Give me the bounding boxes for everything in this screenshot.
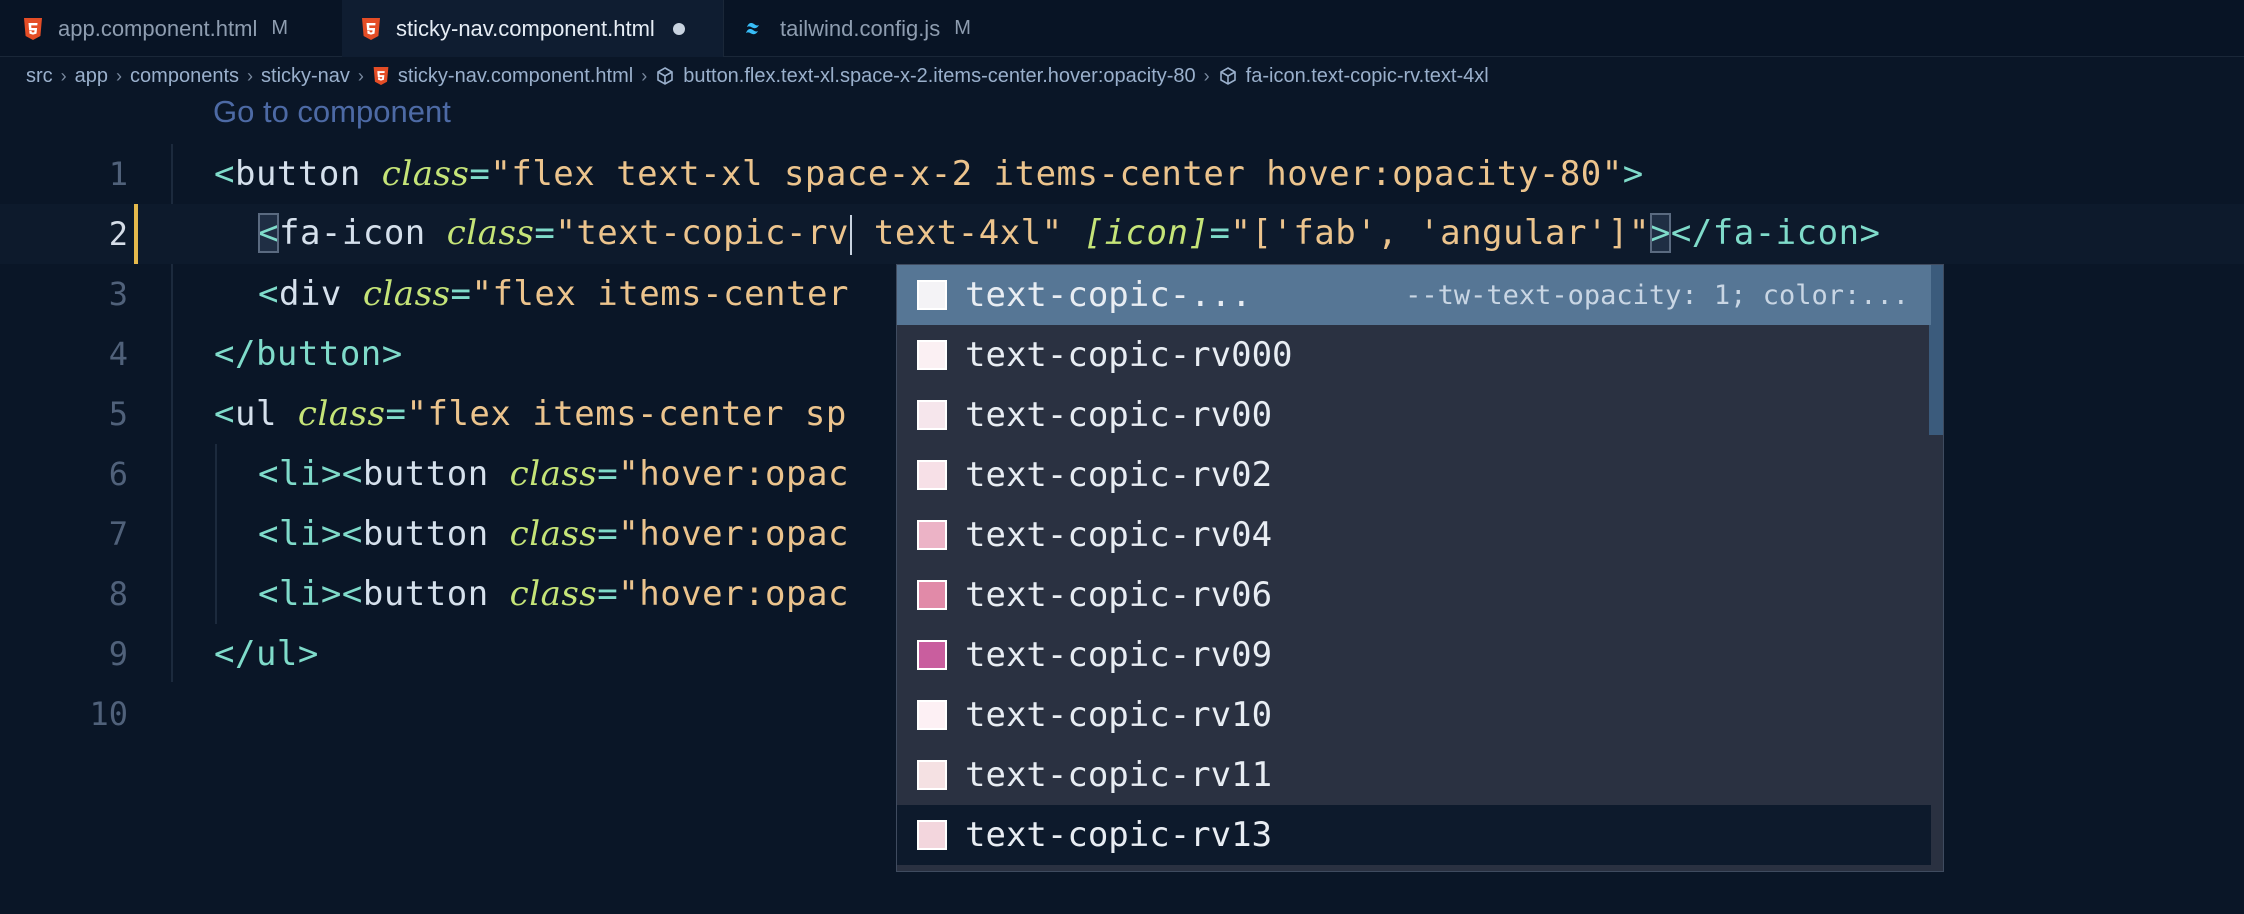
symbol-cube-icon — [1219, 67, 1236, 85]
color-swatch-icon — [917, 820, 947, 850]
code-text: <div class="flex items-center — [258, 274, 849, 314]
code-text: <button class="flex text-xl space-x-2 it… — [214, 154, 1644, 194]
suggestion-label: text-copic-rv13 — [965, 815, 1273, 855]
suggestion-item[interactable]: text-copic-rv10 — [897, 685, 1931, 745]
suggestions-scrollbar[interactable] — [1929, 265, 1943, 435]
chevron-right-icon: › — [357, 65, 364, 86]
suggestion-label: text-copic-rv02 — [965, 455, 1273, 495]
code-line: 1 <button class="flex text-xl space-x-2 … — [0, 144, 2244, 204]
chevron-right-icon: › — [641, 65, 648, 86]
code-text: <fa-icon class="text-copic-rv text-4xl" … — [258, 213, 1881, 255]
breadcrumb-symbol-label: fa-icon.text-copic-rv.text-4xl — [1245, 64, 1489, 87]
suggestion-label: text-copic-rv06 — [965, 575, 1273, 615]
suggestion-item[interactable]: text-copic-rv13 — [897, 805, 1931, 865]
suggestion-label: text-copic-rv00 — [965, 395, 1273, 435]
suggestion-item[interactable]: text-copic-rv02 — [897, 445, 1931, 505]
modified-line-marker — [134, 204, 138, 264]
color-swatch-icon — [917, 700, 947, 730]
suggestion-item-selected[interactable]: text-copic-... --tw-text-opacity: 1; col… — [897, 265, 1931, 325]
breadcrumb-symbol-fa-icon[interactable]: fa-icon.text-copic-rv.text-4xl — [1218, 65, 1489, 88]
codelens-go-to-component[interactable]: Go to component — [213, 94, 451, 130]
breadcrumb-sticky-nav[interactable]: sticky-nav — [261, 65, 350, 88]
line-number: 2 — [108, 215, 128, 253]
breadcrumb-file[interactable]: sticky-nav.component.html — [372, 65, 633, 88]
html5-icon — [373, 67, 389, 85]
chevron-right-icon: › — [116, 65, 123, 86]
color-swatch-icon — [917, 340, 947, 370]
unsaved-dot-icon[interactable] — [672, 22, 685, 35]
color-swatch-icon — [917, 580, 947, 610]
suggestion-item[interactable]: text-copic-rv11 — [897, 745, 1931, 805]
suggestion-label: text-copic-rv11 — [965, 755, 1273, 795]
suggestion-item[interactable]: text-copic-rv04 — [897, 505, 1931, 565]
tab-app-component[interactable]: app.component.html M — [0, 0, 342, 57]
suggestion-label: text-copic-rv10 — [965, 695, 1273, 735]
line-number: 7 — [108, 515, 128, 553]
suggestion-label: text-copic-rv09 — [965, 635, 1273, 675]
tab-label: app.component.html — [58, 15, 258, 41]
color-swatch-icon — [917, 400, 947, 430]
tab-label: sticky-nav.component.html — [396, 15, 655, 41]
suggestion-detail: --tw-text-opacity: 1; color:... — [1405, 279, 1909, 311]
line-number: 10 — [89, 695, 128, 733]
tab-tailwind-config[interactable]: tailwind.config.js M — [724, 0, 1024, 57]
line-number: 6 — [108, 455, 128, 493]
line-number: 1 — [108, 155, 128, 193]
color-swatch-icon — [917, 520, 947, 550]
autocomplete-suggestions[interactable]: text-copic-... --tw-text-opacity: 1; col… — [896, 264, 1944, 872]
tab-label: tailwind.config.js — [780, 15, 941, 41]
code-text: </ul> — [214, 634, 319, 674]
tailwind-icon — [746, 22, 759, 34]
suggestion-item[interactable]: text-copic-rv000 — [897, 325, 1931, 385]
code-text: <li><button class="hover:opac — [258, 454, 849, 494]
breadcrumb-app[interactable]: app — [75, 65, 108, 88]
breadcrumb-components[interactable]: components — [130, 65, 239, 88]
tab-sticky-nav-component[interactable]: sticky-nav.component.html — [342, 0, 724, 57]
breadcrumb-src[interactable]: src — [26, 65, 53, 88]
color-swatch-icon — [917, 760, 947, 790]
code-line-current: 2 <fa-icon class="text-copic-rv text-4xl… — [0, 204, 2244, 264]
line-number: 4 — [108, 335, 128, 373]
breadcrumb: src › app › components › sticky-nav › st… — [0, 58, 1489, 94]
color-swatch-icon — [917, 280, 947, 310]
color-swatch-icon — [917, 460, 947, 490]
chevron-right-icon: › — [247, 65, 254, 86]
color-swatch-icon — [917, 640, 947, 670]
code-text: <li><button class="hover:opac — [258, 514, 849, 554]
suggestion-label: text-copic-... — [965, 275, 1252, 315]
modified-badge: M — [954, 17, 971, 39]
suggestion-item[interactable]: text-copic-rv09 — [897, 625, 1931, 685]
breadcrumb-symbol-button[interactable]: button.flex.text-xl.space-x-2.items-cent… — [655, 64, 1196, 88]
symbol-cube-icon — [657, 67, 674, 85]
suggestion-item[interactable]: text-copic-rv06 — [897, 565, 1931, 625]
modified-badge: M — [271, 17, 289, 39]
html5-icon — [24, 17, 42, 40]
code-text: </button> — [214, 334, 403, 374]
html5-icon — [362, 17, 380, 40]
tab-bar: app.component.html M sticky-nav.componen… — [0, 0, 2244, 57]
chevron-right-icon: › — [60, 65, 67, 86]
breadcrumb-file-label: sticky-nav.component.html — [397, 64, 634, 87]
breadcrumb-symbol-label: button.flex.text-xl.space-x-2.items-cent… — [683, 64, 1196, 87]
code-text: <li><button class="hover:opac — [258, 574, 849, 614]
suggestion-label: text-copic-rv000 — [965, 335, 1293, 375]
line-number: 3 — [108, 275, 128, 313]
suggestion-label: text-copic-rv04 — [965, 515, 1273, 555]
line-number: 5 — [108, 395, 128, 433]
code-text: <ul class="flex items-center sp — [214, 394, 847, 434]
text-cursor — [849, 214, 852, 255]
line-number: 8 — [108, 575, 128, 613]
chevron-right-icon: › — [1203, 65, 1210, 86]
suggestion-item[interactable]: text-copic-rv00 — [897, 385, 1931, 445]
line-number: 9 — [108, 635, 128, 673]
